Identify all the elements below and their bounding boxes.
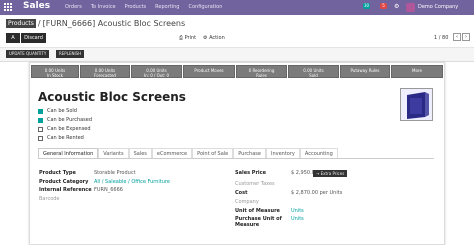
customer-taxes-label: Customer Taxes xyxy=(235,181,275,187)
replenish-button[interactable]: REPLENISH xyxy=(56,50,85,58)
app-name[interactable]: Sales xyxy=(23,1,50,11)
smart-button-in-out[interactable]: 0.00 Units In: 0 / Out: 0 xyxy=(131,65,182,78)
status-bar: UPDATE QUANTITY REPLENISH xyxy=(0,48,474,62)
product-category-field[interactable]: All / Saleable / Office Furniture xyxy=(94,179,170,185)
product-type-field[interactable]: Storable Product xyxy=(94,170,136,176)
breadcrumb-record: [FURN_6666] Acoustic Bloc Screens xyxy=(42,19,186,28)
pager-value[interactable]: 1 / 80 xyxy=(434,35,448,41)
notebook-tabs: General Information Variants Sales eComm… xyxy=(38,148,338,158)
save-button[interactable]: A xyxy=(6,33,20,43)
extra-prices-button[interactable]: → Extra Prices xyxy=(313,170,348,177)
user-menu[interactable]: Demo Company xyxy=(418,4,458,10)
smart-button-forecasted[interactable]: 0.00 Units Forecasted xyxy=(80,65,130,78)
smart-button-putaway-rules[interactable]: Putaway Rules xyxy=(340,65,390,78)
top-navbar: Sales Orders To Invoice Products Reporti… xyxy=(0,0,474,15)
pager-next-button[interactable]: › xyxy=(462,33,470,41)
company-label: Company xyxy=(235,199,259,205)
messages-badge[interactable]: 30 xyxy=(363,3,370,9)
tab-purchase[interactable]: Purchase xyxy=(233,148,266,158)
product-image-icon xyxy=(407,92,429,119)
print-button[interactable]: ⎙ Print xyxy=(179,35,196,41)
menu-to-invoice[interactable]: To Invoice xyxy=(91,4,116,10)
breadcrumb-separator: / xyxy=(37,19,41,28)
menu-orders[interactable]: Orders xyxy=(65,4,82,10)
can-be-sold-checkbox[interactable]: Can be Sold xyxy=(38,108,77,114)
breadcrumb: Products / [FURN_6666] Acoustic Bloc Scr… xyxy=(6,19,185,28)
tab-inventory[interactable]: Inventory xyxy=(265,148,300,158)
barcode-field[interactable] xyxy=(94,196,154,202)
tab-sales[interactable]: Sales xyxy=(128,148,152,158)
pager-previous-button[interactable]: ‹ xyxy=(453,33,461,41)
barcode-label: Barcode xyxy=(39,196,60,202)
purchase-uom-field[interactable]: Units xyxy=(291,216,304,222)
tab-accounting[interactable]: Accounting xyxy=(299,148,338,158)
smart-button-sold[interactable]: 0.00 Units Sold xyxy=(288,65,339,78)
menu-reporting[interactable]: Reporting xyxy=(155,4,179,10)
tab-general-information[interactable]: General Information xyxy=(38,148,99,158)
control-panel: Products / [FURN_6666] Acoustic Bloc Scr… xyxy=(0,15,474,48)
product-type-label: Product Type xyxy=(39,170,76,176)
settings-icon[interactable]: ⚙ xyxy=(394,3,399,10)
sales-price-label: Sales Price xyxy=(235,170,266,176)
smart-button-in-stock[interactable]: 0.00 Units In Stock xyxy=(31,65,79,78)
unit-of-measure-field[interactable]: Units xyxy=(291,208,304,214)
menu-products[interactable]: Products xyxy=(125,4,147,10)
smart-button-more[interactable]: More xyxy=(391,65,443,78)
breadcrumb-products[interactable]: Products xyxy=(6,19,36,28)
tab-divider xyxy=(38,158,434,159)
smart-button-reordering-rules[interactable]: 0 Reordering Rules xyxy=(236,65,287,78)
tab-ecommerce[interactable]: eCommerce xyxy=(151,148,193,158)
cost-label: Cost xyxy=(235,190,248,196)
tab-point-of-sale[interactable]: Point of Sale xyxy=(192,148,234,158)
discard-button[interactable]: Discard xyxy=(21,33,46,43)
unit-of-measure-label: Unit of Measure xyxy=(235,208,280,214)
product-category-label: Product Category xyxy=(39,179,89,185)
update-quantity-button[interactable]: UPDATE QUANTITY xyxy=(6,50,50,58)
tab-variants[interactable]: Variants xyxy=(98,148,129,158)
can-be-purchased-checkbox[interactable]: Can be Purchased xyxy=(38,117,92,123)
internal-reference-field[interactable]: FURN_6666 xyxy=(94,187,123,193)
action-button[interactable]: ⚙ Action xyxy=(203,35,225,41)
can-be-rented-checkbox[interactable]: Can be Rented xyxy=(38,135,84,141)
can-be-expensed-checkbox[interactable]: Can be Expensed xyxy=(38,126,91,132)
cost-field[interactable]: $ 2,870.00 per Units xyxy=(291,190,342,196)
product-image[interactable] xyxy=(400,88,433,121)
menu-configuration[interactable]: Configuration xyxy=(188,4,222,10)
apps-menu-icon[interactable] xyxy=(4,3,12,11)
smart-button-product-moves[interactable]: Product Moves xyxy=(183,65,235,78)
product-name[interactable]: Acoustic Bloc Screens xyxy=(38,90,186,104)
purchase-uom-label: Purchase Unit of Measure xyxy=(235,216,282,228)
internal-reference-label: Internal Reference xyxy=(39,187,92,193)
avatar[interactable] xyxy=(406,3,415,12)
activities-badge[interactable]: 5 xyxy=(380,3,387,9)
